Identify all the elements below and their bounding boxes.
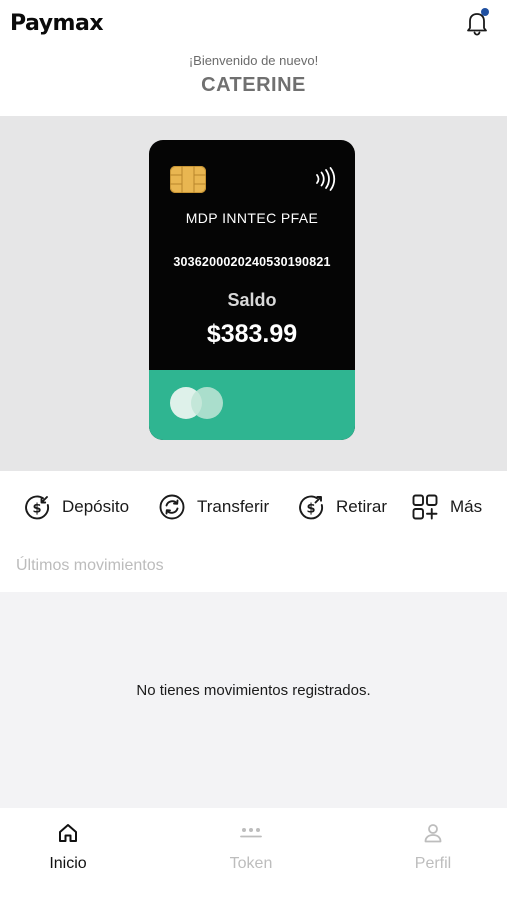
deposit-label: Depósito — [62, 497, 130, 516]
welcome-text: ¡Bienvenido de nuevo! — [188, 53, 319, 68]
svg-text:$: $ — [32, 502, 41, 517]
grid-plus-icon — [412, 494, 438, 520]
withdraw-label: Retirar — [336, 497, 388, 516]
paymax-logo: Paymax — [10, 11, 104, 36]
card-number: 3036200020240530190821 — [173, 255, 331, 269]
token-dots-icon — [240, 828, 262, 838]
transfer-button[interactable]: Transferir — [158, 492, 269, 522]
transfer-label: Transferir — [197, 497, 270, 516]
withdraw-icon: $ — [299, 495, 324, 520]
contactless-icon — [312, 166, 338, 192]
card-holder-name: MDP INNTEC PFAE — [185, 210, 319, 226]
transfer-icon — [159, 494, 185, 520]
withdraw-button[interactable]: $ Retirar — [297, 492, 387, 522]
notification-badge — [481, 8, 489, 16]
card-footer — [149, 370, 355, 440]
card-brand-circle-right-icon — [191, 387, 223, 419]
nav-token-label: Token — [229, 855, 273, 872]
more-button[interactable]: Más — [411, 492, 482, 522]
user-icon — [424, 824, 442, 843]
deposit-button[interactable]: $ Depósito — [23, 492, 129, 522]
svg-text:$: $ — [306, 502, 315, 517]
nav-inicio-label: Inicio — [49, 855, 87, 872]
movements-empty-message: No tienes movimientos registrados. — [136, 682, 371, 699]
home-icon — [59, 824, 77, 842]
nav-token[interactable]: Token — [191, 815, 311, 885]
nav-perfil[interactable]: Perfil — [373, 815, 493, 885]
balance-amount: $383.99 — [206, 320, 298, 348]
nav-inicio[interactable]: Inicio — [8, 815, 128, 885]
deposit-icon: $ — [25, 495, 50, 520]
movements-title: Últimos movimientos — [16, 557, 164, 574]
more-label: Más — [450, 497, 483, 516]
nav-perfil-label: Perfil — [414, 855, 452, 872]
chip-icon — [170, 166, 206, 193]
movements-list — [0, 592, 507, 808]
username: CATERINE — [201, 74, 306, 96]
payment-card[interactable]: MDP INNTEC PFAE 3036200020240530190821 S… — [149, 140, 355, 440]
balance-label: Saldo — [227, 290, 277, 310]
